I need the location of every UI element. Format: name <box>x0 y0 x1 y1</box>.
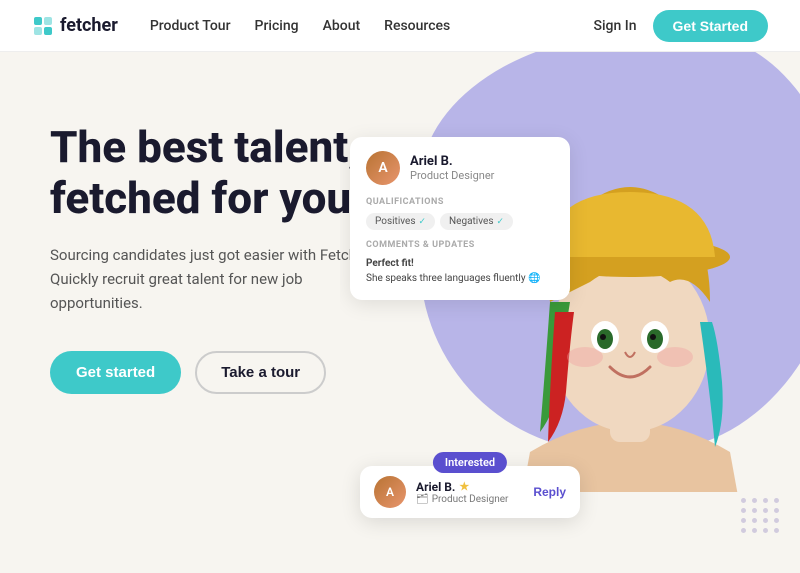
comment-line2: She speaks three languages fluently 🌐 <box>366 273 541 284</box>
sign-in-button[interactable]: Sign In <box>594 18 637 34</box>
profile-avatar: A <box>366 151 400 185</box>
notification-name: Ariel B. ★ <box>416 480 523 494</box>
tag-positives-label: Positives <box>375 216 416 227</box>
tag-negatives[interactable]: Negatives ✓ <box>440 213 513 230</box>
card-tags: Positives ✓ Negatives ✓ <box>366 213 554 230</box>
card-comment: Perfect fit! She speaks three languages … <box>366 256 554 286</box>
profile-role: Product Designer <box>410 169 494 182</box>
profile-card: A Ariel B. Product Designer QUALIFICATIO… <box>350 137 570 300</box>
star-icon: ★ <box>459 480 469 493</box>
notification-avatar: A <box>374 476 406 508</box>
reply-button[interactable]: Reply <box>533 485 566 499</box>
tag-negatives-label: Negatives <box>449 216 493 227</box>
folder-icon: 🗂 <box>416 494 429 505</box>
hero-buttons: Get started Take a tour <box>50 351 380 394</box>
navbar: fetcher Product Tour Pricing About Resou… <box>0 0 800 52</box>
nav-right: Sign In Get Started <box>594 10 768 42</box>
profile-name: Ariel B. <box>410 154 494 169</box>
profile-card-header: A Ariel B. Product Designer <box>366 151 554 185</box>
nav-about[interactable]: About <box>323 18 361 34</box>
check-icon: ✓ <box>419 217 427 227</box>
hero-title: The best talent, fetched for you <box>50 122 380 223</box>
notification-card: Interested A Ariel B. ★ 🗂 Product Design… <box>360 466 580 518</box>
comment-line1: Perfect fit! <box>366 258 414 269</box>
hero-subtitle: Sourcing candidates just got easier with… <box>50 243 380 315</box>
check-icon-2: ✓ <box>497 217 505 227</box>
qualifications-label: QUALIFICATIONS <box>366 197 554 207</box>
tag-positives[interactable]: Positives ✓ <box>366 213 435 230</box>
logo-text: fetcher <box>60 15 118 36</box>
get-started-button[interactable]: Get started <box>50 351 181 394</box>
notification-info: Ariel B. ★ 🗂 Product Designer <box>416 480 523 505</box>
dots-decoration <box>741 498 780 533</box>
hero-section: The best talent, fetched for you Sourcin… <box>0 52 800 573</box>
logo[interactable]: fetcher <box>32 15 118 37</box>
interested-badge: Interested <box>433 452 507 473</box>
logo-icon <box>32 15 54 37</box>
take-tour-button[interactable]: Take a tour <box>195 351 326 394</box>
profile-info: Ariel B. Product Designer <box>410 154 494 182</box>
notification-role: 🗂 Product Designer <box>416 494 523 505</box>
dots-grid <box>741 498 780 533</box>
comments-label: COMMENTS & UPDATES <box>366 240 554 250</box>
hero-title-line1: The best talent, <box>50 121 360 173</box>
hero-title-line2: fetched for you <box>50 172 351 224</box>
nav-pricing[interactable]: Pricing <box>255 18 299 34</box>
nav-get-started-button[interactable]: Get Started <box>653 10 768 42</box>
hero-left: The best talent, fetched for you Sourcin… <box>0 52 420 573</box>
nav-links: Product Tour Pricing About Resources <box>150 18 594 34</box>
nav-product-tour[interactable]: Product Tour <box>150 18 231 34</box>
nav-resources[interactable]: Resources <box>384 18 450 34</box>
